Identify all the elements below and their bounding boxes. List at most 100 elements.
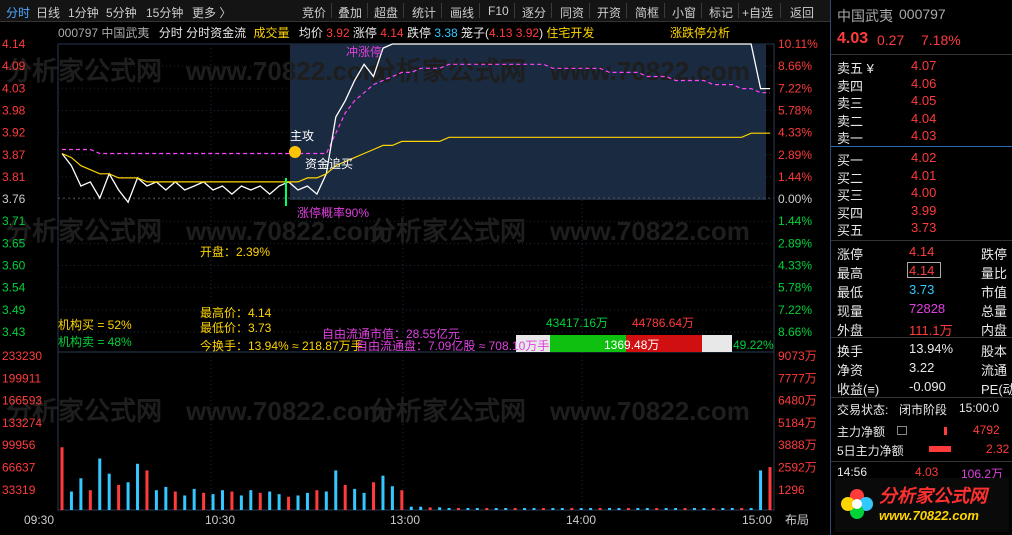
- flower-logo-icon: [841, 489, 873, 519]
- intraday-chart[interactable]: 分析家公式网 www.70822.com分析家公式网 www.70822.com分析…: [0, 0, 830, 535]
- stat-label-2: 市值: [981, 285, 1008, 300]
- volume-tick-label: 99956: [2, 438, 36, 452]
- pct-tick-label: 8.66%: [778, 325, 812, 339]
- highlight-box: [907, 262, 941, 278]
- time-tick-label: 09:30: [24, 513, 54, 527]
- orderbook-price: 4.01: [911, 167, 937, 183]
- tick-price: 4.03: [915, 465, 939, 479]
- volume-bar: [60, 447, 64, 510]
- watermark-url-text: www.70822.com: [185, 56, 386, 86]
- volume-bar: [532, 508, 536, 510]
- volume-bar: [692, 508, 696, 510]
- price-tick-label: 3.76: [2, 192, 26, 206]
- stat-value: 4.14: [909, 244, 935, 259]
- pct-tick-label: 5.78%: [778, 281, 812, 295]
- orderbook-label: 买二: [837, 170, 864, 186]
- stat-label: 收益(≡): [837, 382, 880, 397]
- main5-bar: [929, 446, 951, 452]
- layout-button[interactable]: 布局: [785, 513, 809, 527]
- volume-bar: [513, 508, 517, 510]
- volume-bar: [334, 470, 338, 510]
- orderbook-price: 4.03: [911, 128, 937, 143]
- stat-label-2: 量比: [981, 266, 1008, 281]
- stat-label-2: 流通: [981, 363, 1008, 378]
- watermark-url-text: www.70822.com: [185, 396, 386, 426]
- stat-label: 换手: [837, 344, 864, 359]
- ann-open: 开盘：2.39%: [200, 244, 270, 259]
- stat-label: 涨停: [837, 247, 864, 262]
- pct-tick-label: 4.33%: [778, 259, 812, 273]
- price-tick-label: 3.54: [2, 281, 26, 295]
- volume-bar: [626, 508, 630, 510]
- price-tick-label: 3.65: [2, 236, 26, 250]
- stat-label: 最低: [837, 285, 864, 300]
- volume-bar: [126, 482, 130, 510]
- volume-bar: [154, 490, 158, 510]
- volume-bar: [258, 492, 262, 510]
- volume-bar: [296, 495, 300, 510]
- signal-dot-icon: [289, 146, 301, 158]
- volume-bar: [523, 508, 527, 510]
- volume-bar: [494, 508, 498, 510]
- main-net-label[interactable]: 主力净额: [837, 423, 885, 440]
- ann-inst-buy: 机构买 = 52%: [58, 317, 132, 332]
- ann-zhugong: 主攻: [290, 129, 314, 143]
- volume-bar: [353, 488, 357, 510]
- volume-bar: [683, 508, 687, 510]
- amount-tick-label: 1296: [778, 483, 805, 497]
- ann-flow-buy: 43417.16万: [546, 316, 608, 330]
- volume-bar: [69, 491, 73, 510]
- volume-bar: [768, 467, 772, 510]
- orderbook-price: 4.00: [911, 185, 937, 200]
- price-tick-label: 3.49: [2, 303, 26, 317]
- stat-value: -0.090: [909, 379, 946, 394]
- main5-value: 2.32: [986, 442, 1010, 456]
- volume-bar: [381, 475, 385, 510]
- price-tick-label: 3.43: [2, 325, 26, 339]
- stat-label-2: 跌停: [981, 247, 1008, 262]
- watermark-url-text: www.70822.com: [549, 216, 750, 246]
- orderbook-price: 4.04: [911, 110, 937, 126]
- stat-label: 现量: [837, 304, 864, 319]
- volume-bar: [372, 482, 376, 510]
- stat-value: 3.22: [909, 360, 935, 375]
- volume-bar: [749, 508, 753, 510]
- time-tick-label: 13:00: [390, 513, 420, 527]
- volume-bar: [277, 494, 281, 510]
- ann-flow-sell: 44786.64万: [632, 316, 694, 330]
- volume-bar: [230, 491, 234, 510]
- volume-bar: [740, 508, 744, 510]
- volume-bar: [551, 508, 555, 510]
- volume-bar: [636, 508, 640, 510]
- volume-bar: [239, 495, 243, 510]
- watermark-url-text: www.70822.com: [185, 216, 386, 246]
- volume-bar: [400, 490, 404, 510]
- main5-label[interactable]: 5日主力净额: [837, 442, 904, 459]
- volume-bar: [305, 492, 309, 510]
- volume-tick-label: 133274: [2, 416, 42, 430]
- volume-bar: [466, 508, 470, 510]
- volume-bar: [617, 508, 621, 510]
- time-tick-label: 15:00: [742, 513, 772, 527]
- volume-bar: [589, 508, 593, 510]
- logo-url: www.70822.com: [879, 508, 979, 523]
- quote-price: 4.03: [837, 30, 869, 47]
- volume-bar: [475, 508, 479, 510]
- orderbook-price: 3.99: [911, 202, 937, 218]
- quote-change-pct: 7.18%: [921, 32, 961, 48]
- orderbook-label: 卖四: [837, 78, 864, 94]
- time-tick-label: 14:00: [566, 513, 596, 527]
- ann-high: 最高价：4.14: [200, 305, 272, 320]
- volume-bar: [438, 507, 442, 510]
- price-tick-label: 3.98: [2, 103, 26, 117]
- volume-bar: [447, 508, 451, 510]
- tick-time: 14:56: [837, 465, 868, 479]
- pct-tick-label: 1.44%: [778, 214, 812, 228]
- volume-bar: [315, 490, 319, 510]
- list-icon[interactable]: [897, 426, 907, 435]
- volume-tick-label: 166593: [2, 394, 42, 408]
- time-tick-label: 10:30: [205, 513, 235, 527]
- volume-bar: [268, 491, 272, 510]
- ann-float-shares: 自由流通盘：7.09亿股 ≈ 708.10万手: [356, 338, 549, 353]
- pct-tick-label: 4.33%: [778, 126, 812, 140]
